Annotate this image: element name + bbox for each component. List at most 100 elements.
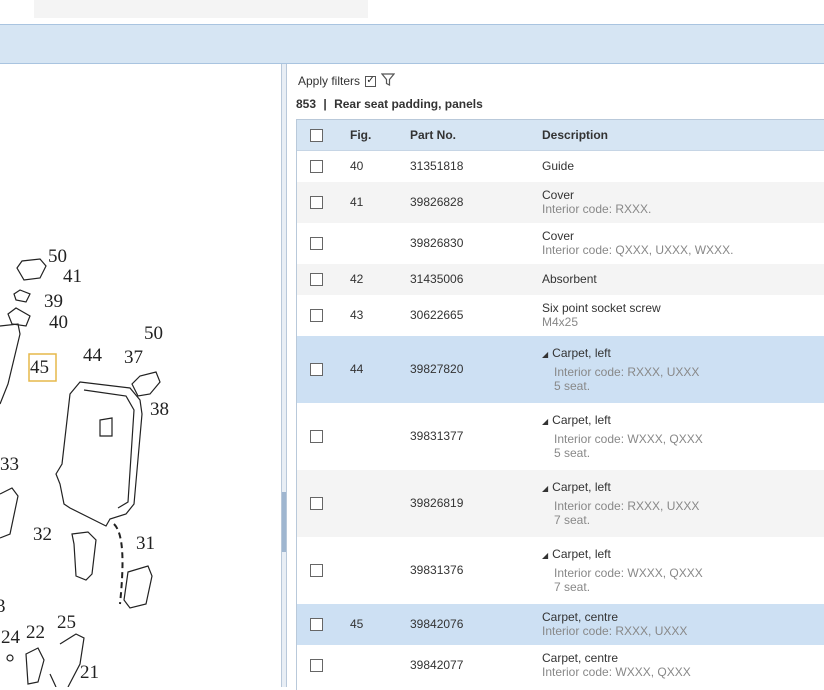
fig-cell: 42 bbox=[350, 263, 410, 295]
diagram-label[interactable]: 24 bbox=[1, 627, 21, 648]
row-checkbox[interactable] bbox=[310, 429, 323, 443]
row-checkbox-cell[interactable] bbox=[297, 181, 350, 223]
parts-diagram-pane[interactable]: 50 41 39 40 45 50 37 44 38 33 32 31 3 24… bbox=[0, 64, 282, 687]
parts-diagram[interactable]: 50 41 39 40 45 50 37 44 38 33 32 31 3 24… bbox=[0, 64, 282, 687]
row-checkbox-cell[interactable] bbox=[297, 469, 350, 537]
diagram-label[interactable]: 50 bbox=[48, 246, 67, 267]
part-40-shape bbox=[7, 307, 31, 327]
description-subtext: Interior code: RXXX, UXXX bbox=[542, 624, 688, 638]
section-number: 853 bbox=[296, 97, 317, 111]
diagram-label[interactable]: 25 bbox=[57, 612, 76, 633]
table-row[interactable]: 39826830 Cover Interior code: QXXX, UXXX,… bbox=[297, 222, 824, 264]
part-32-shape bbox=[71, 531, 97, 581]
part-44-shape bbox=[55, 381, 143, 527]
apply-filters-row: Apply filters ✓ bbox=[298, 73, 396, 89]
part-24-shape bbox=[6, 654, 14, 662]
diagram-label[interactable]: 39 bbox=[44, 291, 63, 312]
row-checkbox[interactable] bbox=[310, 195, 323, 209]
description-subtext: Interior code: WXXX, QXXX bbox=[554, 565, 703, 580]
filter-funnel-icon[interactable] bbox=[380, 73, 396, 89]
row-checkbox[interactable] bbox=[310, 362, 323, 376]
table-row[interactable]: 43 30622665 Six point socket screw M4x25 bbox=[297, 294, 824, 336]
diagram-label[interactable]: 40 bbox=[49, 312, 68, 333]
part-33-shape bbox=[0, 487, 19, 539]
fig-cell bbox=[350, 222, 410, 264]
table-row[interactable]: 39831376 ◢ Carpet, left Interior code: WXX… bbox=[297, 536, 824, 604]
row-checkbox-cell[interactable] bbox=[297, 294, 350, 336]
description-subtext: M4x25 bbox=[542, 315, 579, 329]
diagram-label[interactable]: 41 bbox=[63, 266, 82, 287]
table-row[interactable]: 45 39842076 Carpet, centre Interior code:… bbox=[297, 603, 824, 645]
section-heading: 853 | Rear seat padding, panels bbox=[296, 97, 483, 111]
diagram-label[interactable]: 45 bbox=[30, 357, 49, 378]
part-no-cell: 30622665 bbox=[410, 294, 542, 336]
row-checkbox-cell[interactable] bbox=[297, 402, 350, 470]
row-checkbox-cell[interactable] bbox=[297, 603, 350, 645]
apply-filters-checkbox[interactable]: ✓ bbox=[365, 75, 377, 87]
splitter-handle[interactable] bbox=[282, 492, 286, 552]
description-cell: Cover Interior code: RXXX. bbox=[542, 181, 824, 223]
row-checkbox[interactable] bbox=[310, 272, 323, 286]
diagram-label[interactable]: 3 bbox=[0, 596, 6, 617]
parts-list-pane: Apply filters ✓ 853 | Rear seat padding,… bbox=[287, 64, 824, 690]
table-row[interactable]: 41 39826828 Cover Interior code: RXXX. bbox=[297, 181, 824, 223]
part-no-cell: 39826828 bbox=[410, 181, 542, 223]
row-checkbox[interactable] bbox=[310, 496, 323, 510]
row-checkbox-cell[interactable] bbox=[297, 263, 350, 295]
part-no-cell: 31435006 bbox=[410, 263, 542, 295]
row-checkbox[interactable] bbox=[310, 658, 323, 672]
row-checkbox-cell[interactable] bbox=[297, 150, 350, 182]
tree-collapse-triangle-icon[interactable]: ◢ bbox=[542, 551, 548, 560]
tree-collapse-triangle-icon[interactable]: ◢ bbox=[542, 350, 548, 359]
fig-cell bbox=[350, 644, 410, 686]
part-no-cell: 39831376 bbox=[410, 536, 542, 604]
description-text: Carpet, centre bbox=[542, 651, 619, 665]
diagram-label[interactable]: 38 bbox=[150, 399, 169, 420]
table-row[interactable]: 39831377 ◢ Carpet, left Interior code: WXX… bbox=[297, 402, 824, 470]
row-checkbox-cell[interactable] bbox=[297, 536, 350, 604]
table-row[interactable]: 42 31435006 Absorbent bbox=[297, 263, 824, 295]
header-part-no[interactable]: Part No. bbox=[410, 120, 542, 151]
header-description[interactable]: Description bbox=[542, 120, 824, 151]
part-37-shape bbox=[131, 371, 161, 397]
description-cell: ◢ Carpet, left Interior code: RXXX, UXXX 5 … bbox=[542, 335, 824, 403]
tree-collapse-triangle-icon[interactable]: ◢ bbox=[542, 484, 548, 493]
description-cell: Absorbent bbox=[542, 263, 824, 295]
header-select-all[interactable] bbox=[297, 120, 350, 151]
diagram-label[interactable]: 22 bbox=[26, 622, 45, 643]
diagram-label[interactable]: 31 bbox=[136, 533, 155, 554]
description-text: Guide bbox=[542, 159, 575, 174]
row-checkbox-cell[interactable] bbox=[297, 222, 350, 264]
description-cell: Guide bbox=[542, 150, 824, 182]
description-subtext: Interior code: RXXX, UXXX bbox=[554, 364, 700, 379]
diagram-label[interactable]: 32 bbox=[33, 524, 52, 545]
header-fig[interactable]: Fig. bbox=[350, 120, 410, 151]
table-row[interactable]: 39826819 ◢ Carpet, left Interior code: RXX… bbox=[297, 469, 824, 537]
row-checkbox[interactable] bbox=[310, 617, 323, 631]
description-cell: Cover Interior code: QXXX, UXXX, WXXX. bbox=[542, 222, 824, 264]
description-cell: Carpet, centre Interior code: WXXX, QXXX bbox=[542, 644, 824, 686]
row-checkbox[interactable] bbox=[310, 236, 323, 250]
row-checkbox[interactable] bbox=[310, 563, 323, 577]
diagram-label[interactable]: 50 bbox=[144, 323, 163, 344]
table-row[interactable]: 40 31351818 Guide bbox=[297, 150, 824, 182]
select-all-checkbox[interactable] bbox=[310, 128, 323, 142]
row-checkbox[interactable] bbox=[310, 159, 323, 173]
diagram-label[interactable]: 44 bbox=[83, 345, 103, 366]
connector-dashed bbox=[113, 523, 124, 605]
diagram-label[interactable]: 37 bbox=[124, 347, 143, 368]
diagram-label[interactable]: 21 bbox=[80, 662, 99, 683]
description-subtext: 7 seat. bbox=[554, 512, 591, 527]
section-title: Rear seat padding, panels bbox=[334, 97, 483, 111]
part-39-shape bbox=[13, 289, 31, 303]
row-checkbox[interactable] bbox=[310, 308, 323, 322]
fig-cell: 40 bbox=[350, 150, 410, 182]
row-checkbox-cell[interactable] bbox=[297, 335, 350, 403]
diagram-label[interactable]: 33 bbox=[0, 454, 19, 475]
part-41-shape bbox=[16, 258, 47, 281]
table-row[interactable]: 44 39827820 ◢ Carpet, left Interior code: … bbox=[297, 335, 824, 403]
row-checkbox-cell[interactable] bbox=[297, 644, 350, 686]
table-row[interactable]: 39842077 Carpet, centre Interior code: WX… bbox=[297, 644, 824, 686]
tree-collapse-triangle-icon[interactable]: ◢ bbox=[542, 417, 548, 426]
top-field bbox=[34, 0, 368, 18]
